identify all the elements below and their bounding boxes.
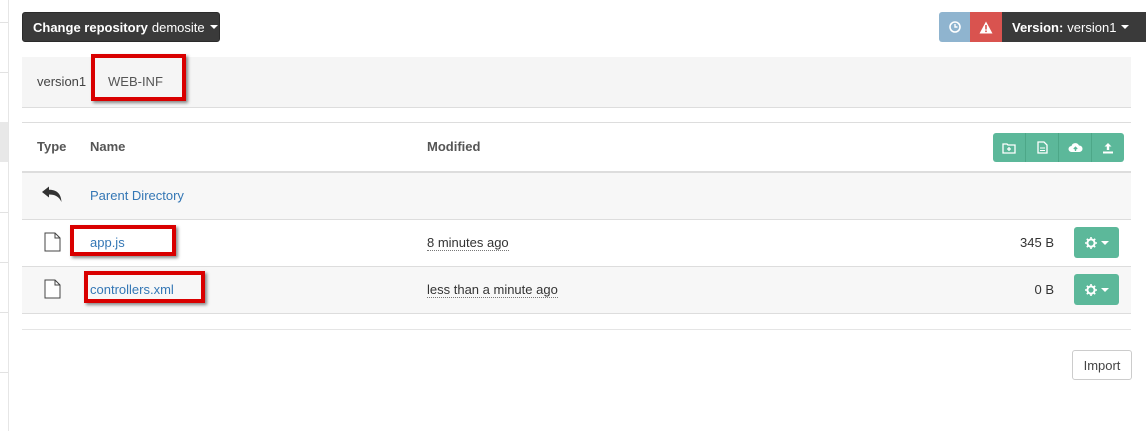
warning-button[interactable]	[970, 12, 1002, 42]
import-button[interactable]: Import	[1072, 350, 1132, 380]
divider	[22, 329, 1131, 330]
column-header-name: Name	[90, 139, 126, 154]
chevron-down-icon	[1100, 240, 1109, 245]
version-controls: Version: version1	[939, 12, 1146, 42]
change-repository-button[interactable]: Change repository demosite	[22, 12, 220, 42]
upload-icon	[1103, 142, 1113, 153]
cloud-upload-button[interactable]	[1059, 133, 1092, 162]
parent-directory-row[interactable]: Parent Directory	[22, 173, 1131, 220]
left-panel-edge	[0, 0, 9, 431]
new-folder-button[interactable]	[993, 133, 1026, 162]
column-header-type: Type	[37, 139, 67, 154]
clock-icon	[948, 21, 961, 33]
table-header: Type Name Modified	[22, 122, 1131, 173]
gear-icon	[1084, 236, 1097, 249]
chevron-down-icon	[1121, 25, 1130, 29]
history-button[interactable]	[939, 12, 970, 42]
file-icon	[44, 279, 61, 299]
table-row: app.js 8 minutes ago 345 B	[22, 220, 1131, 267]
new-file-button[interactable]	[1026, 133, 1059, 162]
repository-value: demosite	[151, 19, 205, 35]
file-modified: less than a minute ago	[427, 282, 558, 298]
file-size: 345 B	[1020, 235, 1054, 250]
parent-directory-link[interactable]: Parent Directory	[90, 188, 184, 203]
file-actions-button[interactable]	[1074, 227, 1119, 258]
file-actions-button[interactable]	[1074, 274, 1119, 305]
chevron-down-icon	[209, 25, 218, 29]
file-size: 0 B	[1034, 282, 1054, 297]
repository-label: Change repository	[33, 19, 148, 35]
file-name-link[interactable]: app.js	[90, 235, 125, 250]
breadcrumb-item-web-inf: WEB-INF	[108, 74, 163, 89]
file-toolbar	[993, 133, 1124, 162]
breadcrumb-item-version1[interactable]: version1	[37, 74, 86, 89]
file-modified: 8 minutes ago	[427, 235, 509, 251]
upload-button[interactable]	[1092, 133, 1124, 162]
version-value: version1	[1067, 19, 1117, 35]
cloud-upload-icon	[1068, 143, 1083, 152]
breadcrumb: version1 WEB-INF	[22, 57, 1131, 108]
column-header-modified: Modified	[427, 139, 481, 154]
chevron-down-icon	[1100, 287, 1109, 292]
new-folder-icon	[1002, 142, 1016, 154]
gear-icon	[1084, 283, 1097, 296]
file-icon	[44, 232, 61, 252]
version-dropdown-button[interactable]: Version: version1	[1002, 12, 1146, 42]
version-label: Version:	[1012, 19, 1064, 35]
back-arrow-icon	[42, 186, 62, 202]
warning-icon	[979, 21, 993, 33]
table-row: controllers.xml less than a minute ago 0…	[22, 267, 1131, 314]
file-name-link[interactable]: controllers.xml	[90, 282, 174, 297]
new-file-icon	[1036, 141, 1048, 154]
file-table: Type Name Modified Parent Directory app.…	[22, 122, 1131, 314]
